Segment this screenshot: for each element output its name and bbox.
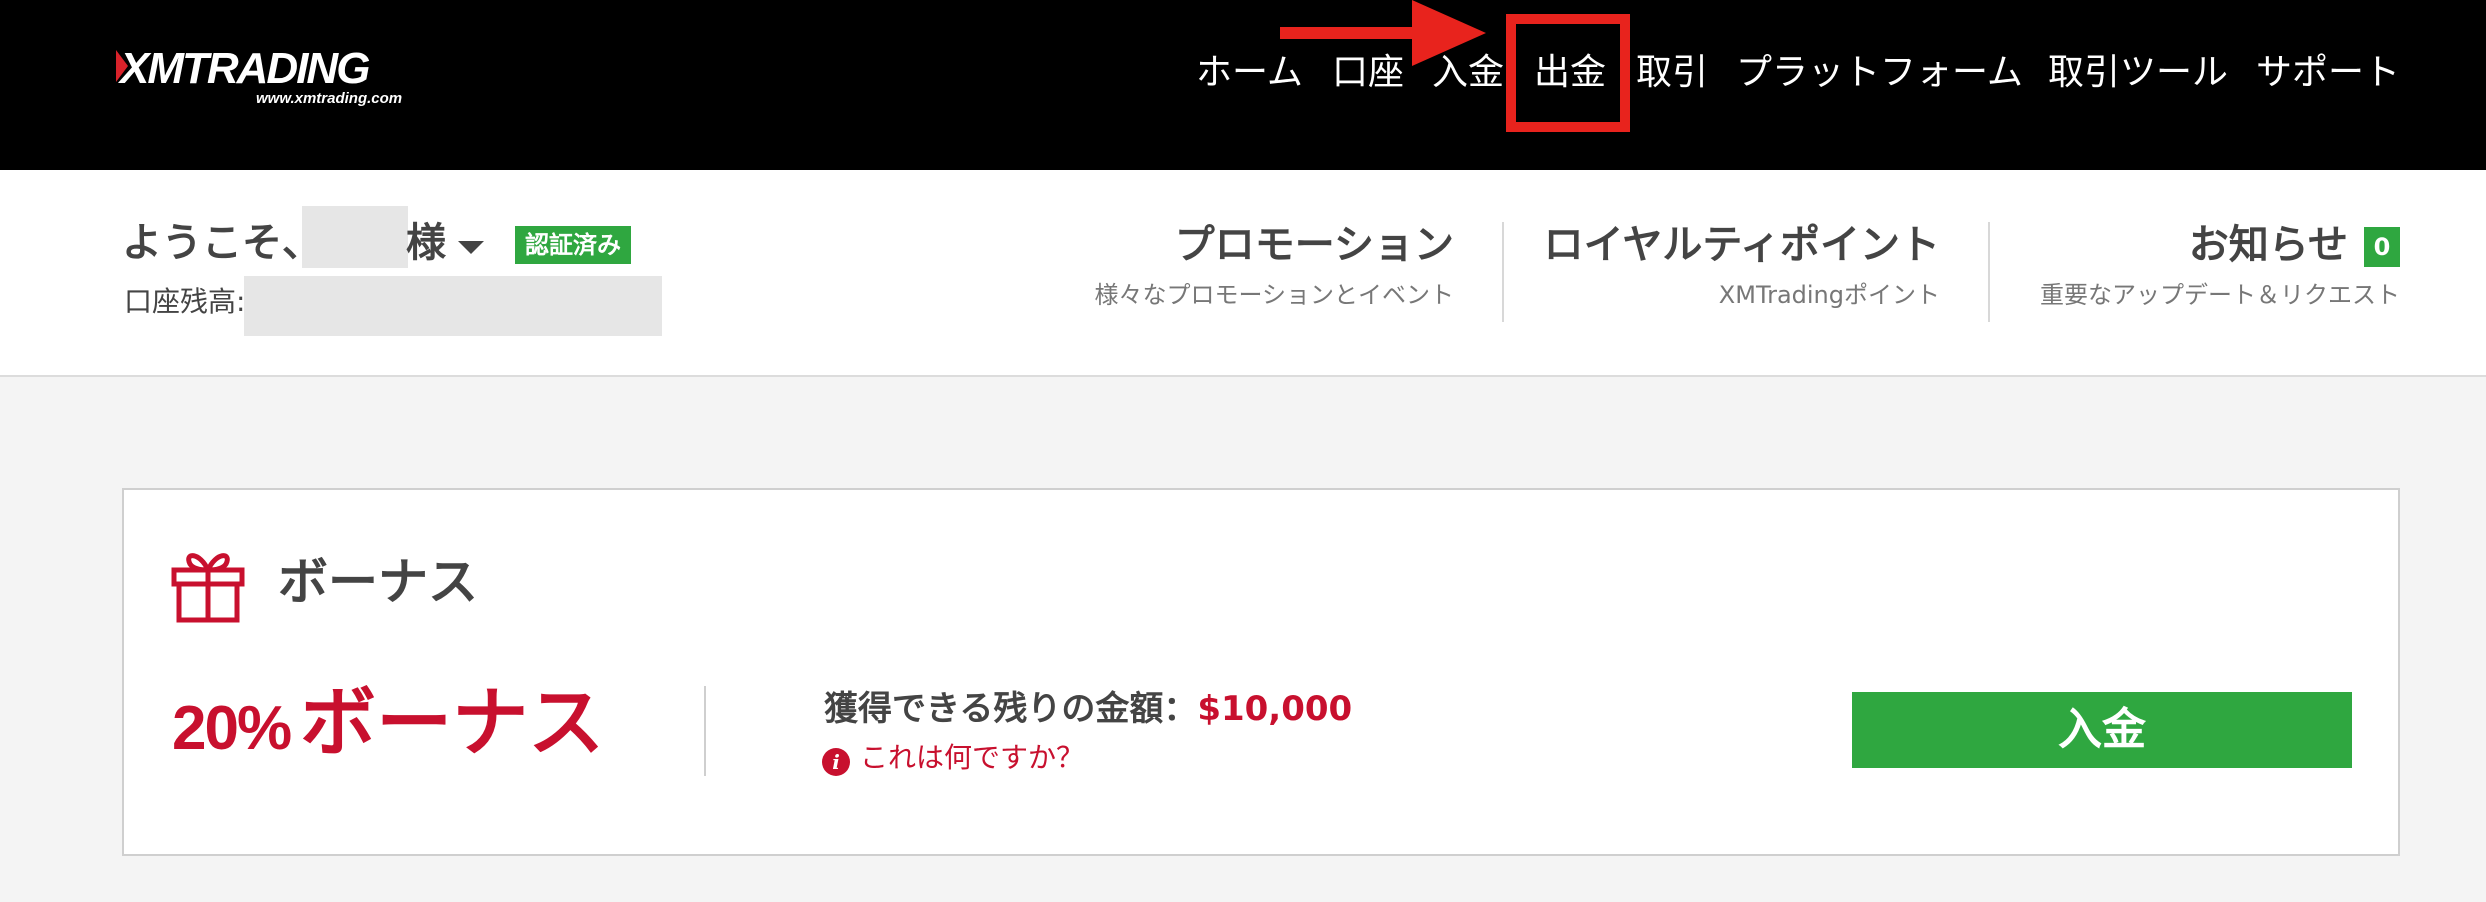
nav-home[interactable]: ホーム: [1196, 48, 1303, 98]
promotions-subtitle: 様々なプロモーションとイベント: [1094, 281, 1454, 309]
xmtrading-logo[interactable]: XMTRADING www.xmtrading.com: [116, 44, 440, 114]
nav-support[interactable]: サポート: [2256, 48, 2400, 98]
divider: [1988, 222, 1990, 322]
top-navigation-bar: XMTRADING www.xmtrading.com ホーム 口座 入金 出金…: [0, 0, 2486, 170]
bonus-card-title: ボーナス: [278, 553, 478, 611]
annotation-arrow-shaft: [1280, 27, 1420, 39]
caret-down-icon[interactable]: [458, 241, 484, 254]
nav-account[interactable]: 口座: [1332, 48, 1404, 98]
remaining-amount: $10,000: [1197, 689, 1353, 729]
what-is-this-text: これは何ですか？: [860, 741, 1085, 774]
bonus-percent-label: ボーナス: [300, 678, 605, 767]
news-link[interactable]: お知らせ 0 重要なアップデート＆リクエスト: [2040, 220, 2400, 312]
balance-label: 口座残高:: [124, 285, 246, 318]
verified-badge: 認証済み: [515, 226, 631, 264]
remaining-label: 獲得できる残りの金額：: [824, 689, 1198, 729]
bonus-percentage: 20% ボーナス: [172, 678, 604, 789]
promotions-title: プロモーション: [1174, 222, 1454, 268]
balance-redacted: [244, 276, 662, 336]
logo-wordmark: XMTRADING: [120, 44, 370, 93]
honorific-text: 様: [406, 220, 446, 266]
username-redacted: [302, 206, 408, 268]
nav-trading-tools[interactable]: 取引ツール: [2048, 48, 2228, 98]
logo-url-text: www.xmtrading.com: [256, 90, 403, 107]
bonus-percent-value: 20%: [172, 694, 292, 763]
annotation-highlight-box: [1506, 14, 1630, 132]
welcome-text: ようこそ、: [122, 220, 322, 266]
info-icon: i: [822, 748, 850, 776]
news-title-row: お知らせ 0: [2040, 220, 2400, 270]
nav-platforms[interactable]: プラットフォーム: [1736, 48, 2023, 98]
news-count-badge: 0: [2364, 227, 2400, 267]
divider: [1502, 222, 1504, 322]
nav-trading[interactable]: 取引: [1636, 48, 1708, 98]
gift-icon: [171, 553, 245, 623]
news-subtitle: 重要なアップデート＆リクエスト: [2040, 281, 2400, 309]
what-is-this-link[interactable]: i これは何ですか？: [822, 738, 1084, 778]
news-title: お知らせ: [2188, 222, 2348, 268]
loyalty-title: ロイヤルティポイント: [1543, 222, 1940, 268]
loyalty-subtitle: XMTradingポイント: [1718, 281, 1940, 309]
bonus-card: ボーナス 20% ボーナス 獲得できる残りの金額：$10,000 i これは何ですか…: [122, 488, 2400, 856]
annotation-arrow-icon: [1412, 0, 1486, 66]
account-info-bar: ようこそ、 様 認証済み 口座残高: プロモーション 様々なプロモーションとイベ…: [0, 170, 2486, 377]
deposit-button[interactable]: 入金: [1852, 692, 2352, 768]
loyalty-points-link[interactable]: ロイヤルティポイント XMTradingポイント: [1544, 220, 1940, 312]
divider: [704, 686, 706, 776]
remaining-amount-row: 獲得できる残りの金額：$10,000: [824, 686, 1352, 732]
promotions-link[interactable]: プロモーション 様々なプロモーションとイベント: [1094, 220, 1454, 312]
